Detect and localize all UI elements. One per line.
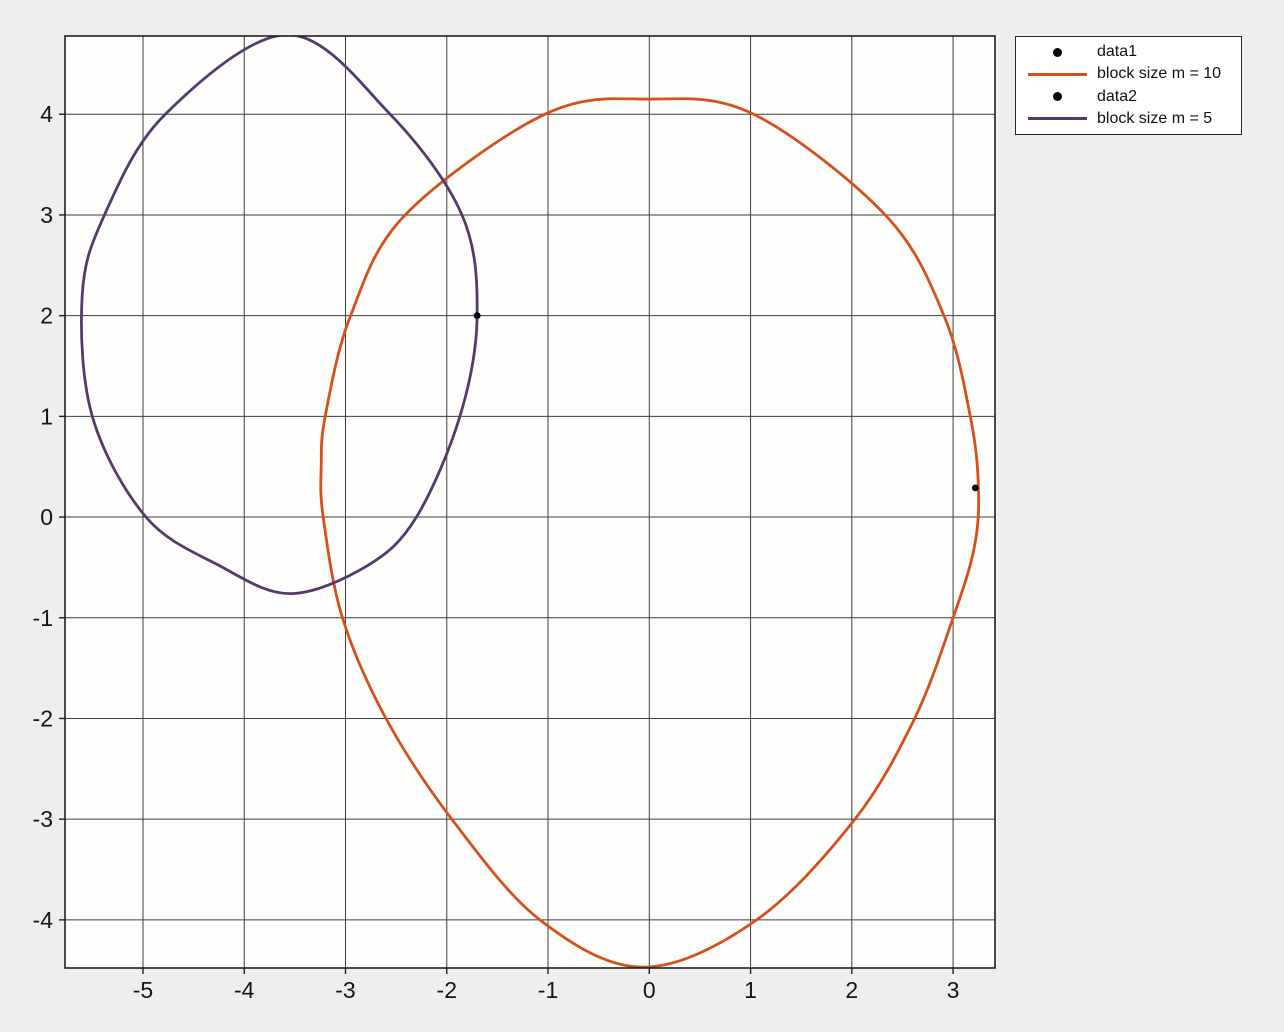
axes-background: [65, 36, 995, 968]
legend-label: data1: [1097, 43, 1138, 61]
x-tick-label: 2: [845, 977, 858, 1003]
y-axis-tick-labels: -4 -3 -2 -1 0 1 2 3 4: [33, 101, 54, 933]
y-tick-label: 4: [40, 101, 53, 127]
y-tick-label: -3: [33, 806, 53, 832]
legend-entry-data2[interactable]: data2: [1016, 86, 1241, 108]
legend-label: data2: [1097, 87, 1138, 105]
plot-canvas[interactable]: -5 -4 -3 -2 -1 0 1 2 3 -4 -3 -2 -1 0 1 2 3 4: [0, 0, 1284, 1032]
legend-label: block size m = 10: [1097, 65, 1222, 83]
x-tick-label: -5: [133, 977, 153, 1003]
data-point-data2: [473, 312, 481, 320]
y-tick-label: -2: [33, 705, 53, 731]
data-point-data1: [971, 484, 979, 492]
figure-window: -5 -4 -3 -2 -1 0 1 2 3 -4 -3 -2 -1 0 1 2 3 4 data1 block …: [0, 0, 1284, 1032]
y-tick-label: 3: [40, 202, 53, 228]
x-tick-label: -3: [335, 977, 355, 1003]
x-tick-label: -4: [234, 977, 255, 1003]
legend-entry-data1[interactable]: data1: [1016, 41, 1241, 63]
legend-label: block size m = 5: [1097, 109, 1213, 127]
legend-line-sample-icon: [1024, 117, 1090, 121]
y-tick-label: 1: [40, 403, 53, 429]
y-tick-label: -4: [33, 907, 54, 933]
x-tick-label: -1: [538, 977, 558, 1003]
x-tick-label: 0: [643, 977, 656, 1003]
x-tick-label: -2: [437, 977, 457, 1003]
x-tick-label: 3: [947, 977, 960, 1003]
legend-dot-marker-icon: [1024, 92, 1090, 102]
y-tick-label: -1: [33, 605, 53, 631]
legend-entry-m10[interactable]: block size m = 10: [1016, 63, 1241, 85]
legend[interactable]: data1 block size m = 10 data2 block size…: [1015, 36, 1242, 135]
legend-entry-m5[interactable]: block size m = 5: [1016, 108, 1241, 130]
y-tick-label: 2: [40, 303, 53, 329]
legend-dot-marker-icon: [1024, 47, 1090, 57]
legend-line-sample-icon: [1024, 72, 1090, 76]
y-tick-label: 0: [40, 504, 53, 530]
x-axis-tick-labels: -5 -4 -3 -2 -1 0 1 2 3: [133, 977, 960, 1003]
x-tick-label: 1: [744, 977, 757, 1003]
